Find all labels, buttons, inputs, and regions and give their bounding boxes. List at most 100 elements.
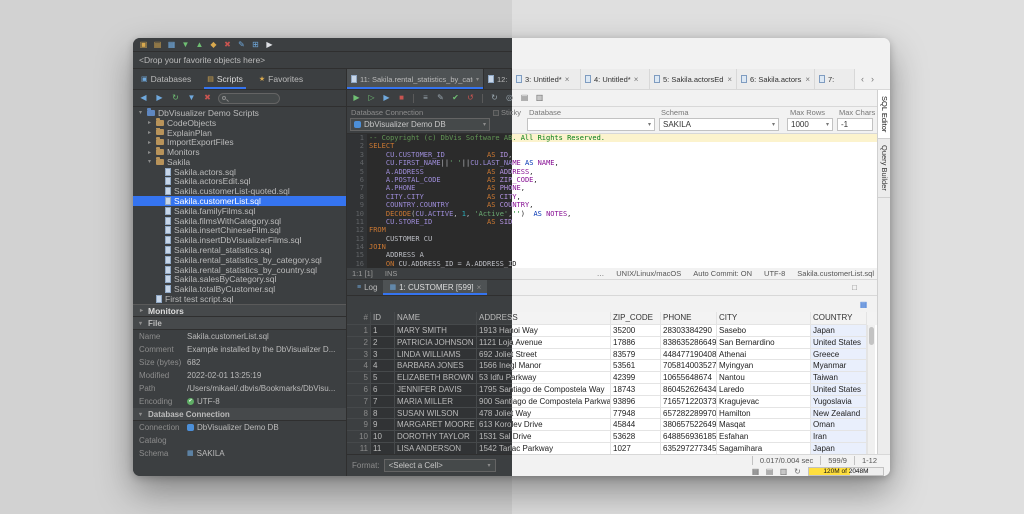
clear-filter-icon[interactable]: ✖ <box>202 92 213 104</box>
grid-icon[interactable]: ⊞ <box>250 39 261 51</box>
grid-cell[interactable]: 35200 <box>611 325 661 337</box>
memory-indicator[interactable]: 120M of 2048M <box>808 467 884 476</box>
close-icon[interactable]: × <box>565 75 570 84</box>
grid-cell[interactable]: 42399 <box>611 372 661 384</box>
grid-cell[interactable]: 5 <box>371 372 395 384</box>
grid-cell[interactable]: 705814003527 <box>661 360 717 373</box>
grid-cell[interactable]: 635297277345 <box>661 442 717 454</box>
row-number[interactable]: 9 <box>347 419 371 432</box>
tree-item[interactable]: Sakila.filmsWithCategory.sql <box>133 216 347 226</box>
row-number[interactable]: 2 <box>347 336 371 349</box>
connection-wizard-icon[interactable]: ✎ <box>236 39 247 51</box>
status-overflow[interactable]: … <box>597 269 605 278</box>
row-number[interactable]: 4 <box>347 360 371 373</box>
grid-cell[interactable]: Japan <box>811 442 867 454</box>
tree-item[interactable]: ▾DbVisualizer Demo Scripts <box>133 108 347 118</box>
tree-item[interactable]: Sakila.rental_statistics_by_category.sql <box>133 255 347 265</box>
tree-item[interactable]: First test script.sql <box>133 294 347 304</box>
grid-cell[interactable]: San Bernardino <box>717 336 811 349</box>
grid-cell[interactable]: Laredo <box>717 383 811 396</box>
grid-cell[interactable]: DOROTHY TAYLOR <box>395 431 477 443</box>
driver-manager-icon[interactable]: ◆ <box>208 39 219 51</box>
grid-cell[interactable]: 838635286649 <box>661 336 717 349</box>
monitors-section[interactable]: ▸ Monitors <box>133 304 347 317</box>
grid-cell[interactable]: 53628 <box>611 431 661 443</box>
grid-cell[interactable]: 657282289970 <box>661 407 717 420</box>
grid-cell[interactable]: Esfahan <box>717 431 811 443</box>
row-number[interactable]: 8 <box>347 407 371 420</box>
scroll-left-icon[interactable]: ‹ <box>861 74 864 84</box>
row-number[interactable]: 5 <box>347 372 371 384</box>
grid-cell[interactable]: ELIZABETH BROWN <box>395 372 477 384</box>
close-icon[interactable]: × <box>634 75 639 84</box>
paste-icon[interactable]: ▥ <box>534 92 545 104</box>
tool-tab-sql-editor[interactable]: SQL Editor <box>878 90 890 140</box>
grid-scrollbar[interactable] <box>867 325 875 454</box>
execute-explain-icon[interactable]: ▶ <box>381 92 392 104</box>
execute-current-icon[interactable]: ▷ <box>366 92 377 104</box>
grid-cell[interactable]: 7 <box>371 395 395 408</box>
tree-item[interactable]: Sakila.insertChineseFilm.sql <box>133 226 347 235</box>
grid-cell[interactable]: Taiwan <box>811 372 867 384</box>
column-header[interactable]: NAME <box>395 312 477 325</box>
grid-cell[interactable]: Japan <box>811 325 867 337</box>
commit-icon[interactable]: ✔ <box>450 92 461 104</box>
grid-cell[interactable]: PATRICIA JOHNSON <box>395 336 477 349</box>
column-header[interactable]: ID <box>371 312 395 325</box>
tree-item[interactable]: Sakila.customerList-quoted.sql <box>133 186 347 196</box>
editor-tab[interactable]: 5: Sakila.actorsEdit.sql× <box>650 69 737 89</box>
export-icon[interactable]: ▲ <box>194 39 205 51</box>
reload-grid-icon[interactable]: ↻ <box>792 466 803 477</box>
tree-item[interactable]: Sakila.rental_statistics.sql <box>133 245 347 255</box>
pointer-icon[interactable]: ▶ <box>264 39 275 51</box>
grid-cell[interactable]: Myingyan <box>717 360 811 373</box>
editor-tab[interactable]: 4: Untitled*× <box>581 69 650 89</box>
back-icon[interactable]: ◀ <box>138 92 149 104</box>
editor-tab[interactable]: 3: Untitled*× <box>512 69 581 89</box>
editor-tab[interactable]: 12: S <box>484 69 512 89</box>
format-sql-icon[interactable]: ≡ <box>420 92 431 104</box>
stop-icon[interactable]: ■ <box>396 92 407 104</box>
grid-cell[interactable]: 380657522649 <box>661 419 717 432</box>
grid-cell[interactable]: LINDA WILLIAMS <box>395 348 477 361</box>
tree-item[interactable]: ▸ImportExportFiles <box>133 137 347 147</box>
column-header[interactable]: CITY <box>717 312 811 325</box>
grid-cell[interactable]: 10 <box>371 431 395 443</box>
grid-cell[interactable]: 4 <box>371 360 395 373</box>
row-number[interactable]: 6 <box>347 383 371 396</box>
sidebar-tab-databases[interactable]: ▣Databases <box>133 69 199 89</box>
grid-cell[interactable]: 18743 <box>611 383 661 396</box>
tree-item[interactable]: ▸Monitors <box>133 147 347 157</box>
grid-cell[interactable]: Iran <box>811 431 867 443</box>
grid-cell[interactable]: 17886 <box>611 336 661 349</box>
grid-cell[interactable]: 53561 <box>611 360 661 373</box>
edit-icon[interactable]: ✎ <box>435 92 446 104</box>
row-number[interactable]: 3 <box>347 348 371 361</box>
detach-icon[interactable]: □ <box>852 283 857 292</box>
grid-cell[interactable]: 2 <box>371 336 395 349</box>
editor-tab[interactable]: 6: Sakila.actors.sql× <box>737 69 815 89</box>
grid-cell[interactable]: Greece <box>811 348 867 361</box>
grid-cell[interactable]: Oman <box>811 419 867 432</box>
results-tab[interactable]: ≡Log <box>351 280 383 295</box>
section-header-database-connection[interactable]: ▾Database Connection <box>133 408 347 421</box>
grid-cell[interactable]: Hamilton <box>717 407 811 420</box>
grid-cell[interactable]: New Zealand <box>811 407 867 420</box>
text-view-icon[interactable]: ▤ <box>764 466 775 477</box>
grid-cell[interactable]: MARY SMITH <box>395 325 477 337</box>
grid-cell[interactable]: Kragujevac <box>717 395 811 408</box>
tree-item[interactable]: Sakila.salesByCategory.sql <box>133 275 347 284</box>
grid-options-icon[interactable]: ▦ <box>858 299 869 311</box>
database-select[interactable]: ▾ <box>527 118 655 131</box>
grid-cell[interactable]: 860452626434 <box>661 383 717 396</box>
column-header[interactable]: COUNTRY <box>811 312 867 325</box>
grid-cell[interactable]: 3 <box>371 348 395 361</box>
format-select[interactable]: <Select a Cell>▾ <box>383 459 496 472</box>
schema-select[interactable]: SAKILA▾ <box>659 118 779 131</box>
close-icon[interactable]: × <box>477 283 482 292</box>
sidebar-tab-scripts[interactable]: ▤Scripts <box>199 69 251 89</box>
tab-scroll-arrows[interactable]: ‹› <box>861 69 874 89</box>
filter-icon[interactable]: ▼ <box>186 92 197 104</box>
grid-cell[interactable]: 93896 <box>611 395 661 408</box>
scrollbar-thumb[interactable] <box>869 327 874 345</box>
